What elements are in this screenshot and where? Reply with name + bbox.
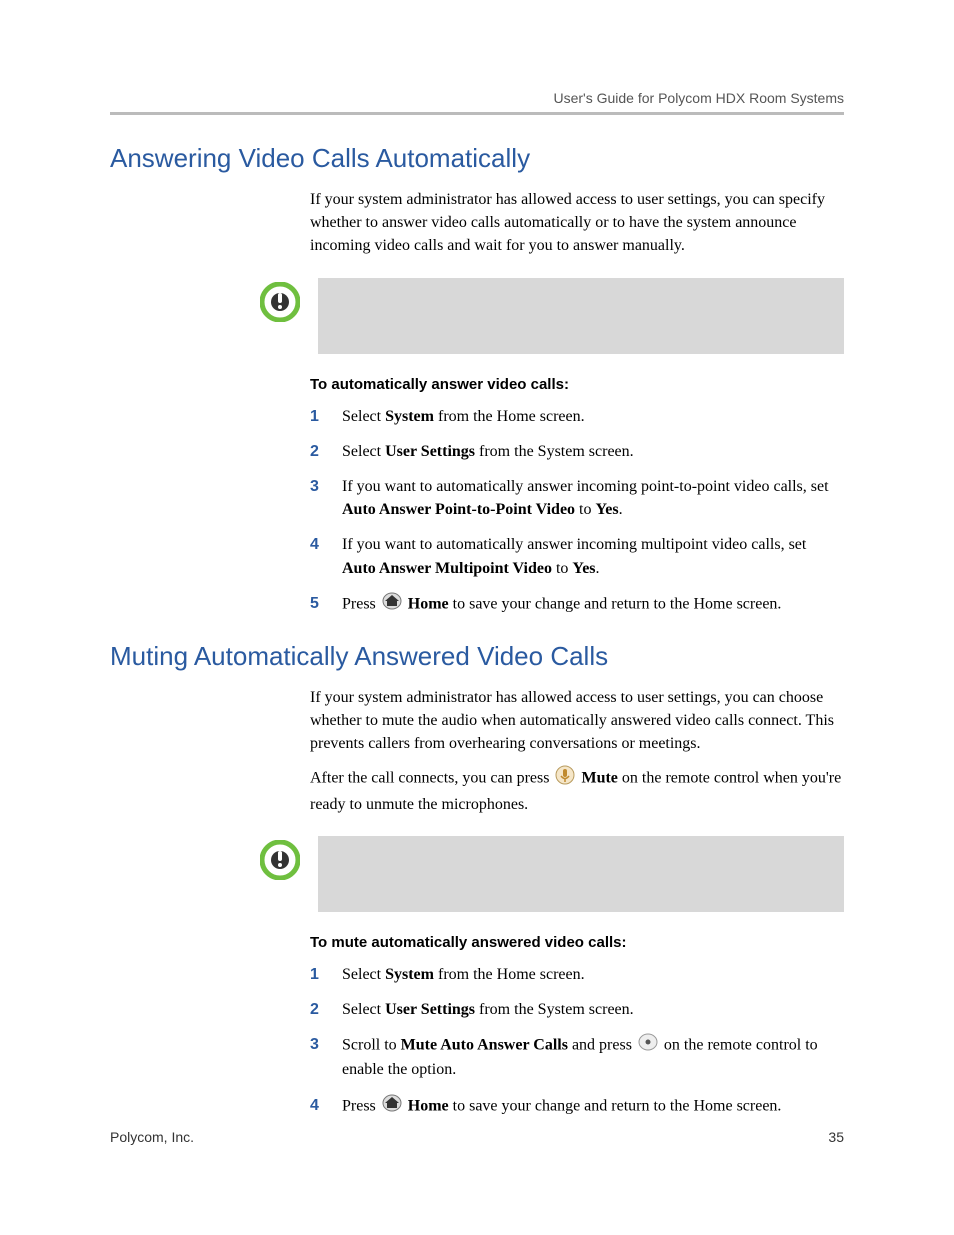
step: Press Home to save your change and retur…	[310, 592, 844, 617]
mute-icon	[555, 765, 575, 792]
step-text: Press	[342, 1097, 380, 1114]
bold: Yes	[572, 560, 595, 577]
bold: System	[385, 408, 434, 425]
step-text: Select	[342, 1001, 385, 1018]
step-text: from the Home screen.	[434, 408, 585, 425]
step-text: .	[619, 501, 623, 518]
step-text: to	[552, 560, 572, 577]
bold: User Settings	[385, 1001, 475, 1018]
section1-subheading: To automatically answer video calls:	[310, 376, 844, 393]
step: Select User Settings from the System scr…	[310, 440, 844, 463]
tip-box-2	[318, 836, 844, 912]
step: Press Home to save your change and retur…	[310, 1094, 844, 1119]
home-icon	[382, 592, 402, 617]
tip-row-2	[260, 836, 844, 912]
step-text: Scroll to	[342, 1036, 401, 1053]
bold: Yes	[596, 501, 619, 518]
step-text: from the System screen.	[475, 443, 634, 460]
bold: Mute	[581, 770, 617, 787]
tip-row-1	[260, 278, 844, 354]
step-text: from the System screen.	[475, 1001, 634, 1018]
bold: User Settings	[385, 443, 475, 460]
select-dot-icon	[638, 1033, 658, 1058]
text: After the call connects, you can press	[310, 770, 553, 787]
step-text: and press	[568, 1036, 636, 1053]
step-text: Press	[342, 595, 380, 612]
section2-body: If your system administrator has allowed…	[310, 686, 844, 816]
header-rule	[110, 112, 844, 115]
step: Select System from the Home screen.	[310, 963, 844, 986]
page-footer: Polycom, Inc. 35	[110, 1129, 844, 1145]
section2-intro2: After the call connects, you can press M…	[310, 765, 844, 815]
step-text: Select	[342, 408, 385, 425]
bold: Auto Answer Point-to-Point Video	[342, 501, 575, 518]
step: Scroll to Mute Auto Answer Calls and pre…	[310, 1033, 844, 1081]
bold: Mute Auto Answer Calls	[401, 1036, 568, 1053]
home-icon	[382, 1094, 402, 1119]
section2-subheading: To mute automatically answered video cal…	[310, 934, 844, 951]
section2-steps: Select System from the Home screen. Sele…	[310, 963, 844, 1119]
step-text: from the Home screen.	[434, 966, 585, 983]
section-heading-muting: Muting Automatically Answered Video Call…	[110, 641, 844, 672]
tip-icon	[260, 840, 300, 885]
page-number: 35	[828, 1129, 844, 1145]
step-text: to	[575, 501, 595, 518]
section1-steps: Select System from the Home screen. Sele…	[310, 405, 844, 617]
running-header: User's Guide for Polycom HDX Room System…	[110, 90, 844, 106]
step-text: Select	[342, 443, 385, 460]
step-text: to save your change and return to the Ho…	[449, 1097, 782, 1114]
section2-intro: If your system administrator has allowed…	[310, 686, 844, 756]
bold: Home	[408, 595, 449, 612]
section1-body: If your system administrator has allowed…	[310, 188, 844, 258]
bold: Home	[408, 1097, 449, 1114]
section1-intro: If your system administrator has allowed…	[310, 188, 844, 258]
section1-steps-block: To automatically answer video calls: Sel…	[310, 376, 844, 617]
step: Select System from the Home screen.	[310, 405, 844, 428]
bold: System	[385, 966, 434, 983]
tip-icon	[260, 282, 300, 327]
page: User's Guide for Polycom HDX Room System…	[0, 0, 954, 1235]
step-text: .	[596, 560, 600, 577]
tip-box-1	[318, 278, 844, 354]
footer-left: Polycom, Inc.	[110, 1129, 194, 1145]
bold: Auto Answer Multipoint Video	[342, 560, 552, 577]
step: If you want to automatically answer inco…	[310, 533, 844, 579]
section-heading-answering: Answering Video Calls Automatically	[110, 143, 844, 174]
section2-steps-block: To mute automatically answered video cal…	[310, 934, 844, 1119]
step-text: to save your change and return to the Ho…	[449, 595, 782, 612]
step-text: If you want to automatically answer inco…	[342, 536, 806, 553]
step: Select User Settings from the System scr…	[310, 998, 844, 1021]
step-text: Select	[342, 966, 385, 983]
step-text: If you want to automatically answer inco…	[342, 478, 829, 495]
step: If you want to automatically answer inco…	[310, 475, 844, 521]
